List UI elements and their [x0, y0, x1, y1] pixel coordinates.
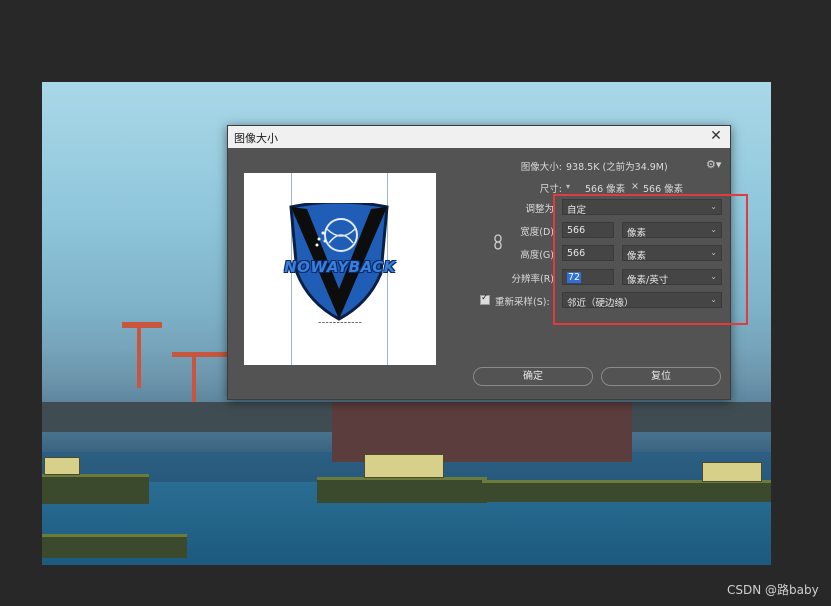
boat — [42, 474, 149, 504]
resample-label: 重新采样(S): — [495, 297, 550, 308]
logo-text: NOWAYBACK — [284, 258, 396, 276]
dialog-titlebar[interactable]: 图像大小 ✕ — [228, 126, 730, 148]
reset-button[interactable]: 复位 — [601, 367, 721, 386]
logo-small-text: ━ ━ ━ ━ ━ ━ ━ ━ ━ ━ ━ ━ — [318, 320, 362, 325]
boathouse — [44, 457, 80, 475]
dock — [332, 402, 632, 462]
boathouse — [702, 462, 762, 482]
boat — [42, 534, 187, 558]
resample-checkbox[interactable] — [480, 293, 490, 305]
red-highlight-box — [553, 194, 748, 325]
crane — [137, 328, 141, 388]
dimensions-width: 566 像素 — [585, 184, 626, 195]
image-size-label: 图像大小: — [520, 162, 562, 173]
boat — [482, 480, 771, 502]
close-icon[interactable]: ✕ — [708, 128, 724, 144]
crane — [172, 352, 232, 357]
dialog-title: 图像大小 — [234, 132, 278, 145]
boathouse — [364, 454, 444, 478]
image-preview[interactable]: NOWAYBACK ━ ━ ━ ━ ━ ━ ━ ━ ━ ━ ━ ━ — [244, 173, 436, 365]
height-label: 高度(G) — [520, 250, 554, 261]
resolution-label: 分辨率(R) — [511, 274, 554, 285]
gear-icon[interactable]: ⚙▾ — [706, 158, 721, 171]
crane — [122, 322, 162, 328]
width-label: 宽度(D) — [520, 227, 554, 238]
dimensions-separator: × — [631, 181, 639, 192]
dimensions-label: 尺寸: — [539, 184, 562, 195]
fit-to-label: 调整为 — [525, 204, 554, 215]
dimensions-height: 566 像素 — [643, 184, 684, 195]
crane — [192, 357, 196, 407]
chevron-down-icon[interactable]: ▾ — [566, 182, 570, 191]
watermark: CSDN @路baby — [727, 583, 819, 597]
ok-button[interactable]: 确定 — [473, 367, 593, 386]
image-size-value: 938.5K (之前为34.9M) — [566, 162, 668, 173]
boat — [317, 477, 487, 503]
